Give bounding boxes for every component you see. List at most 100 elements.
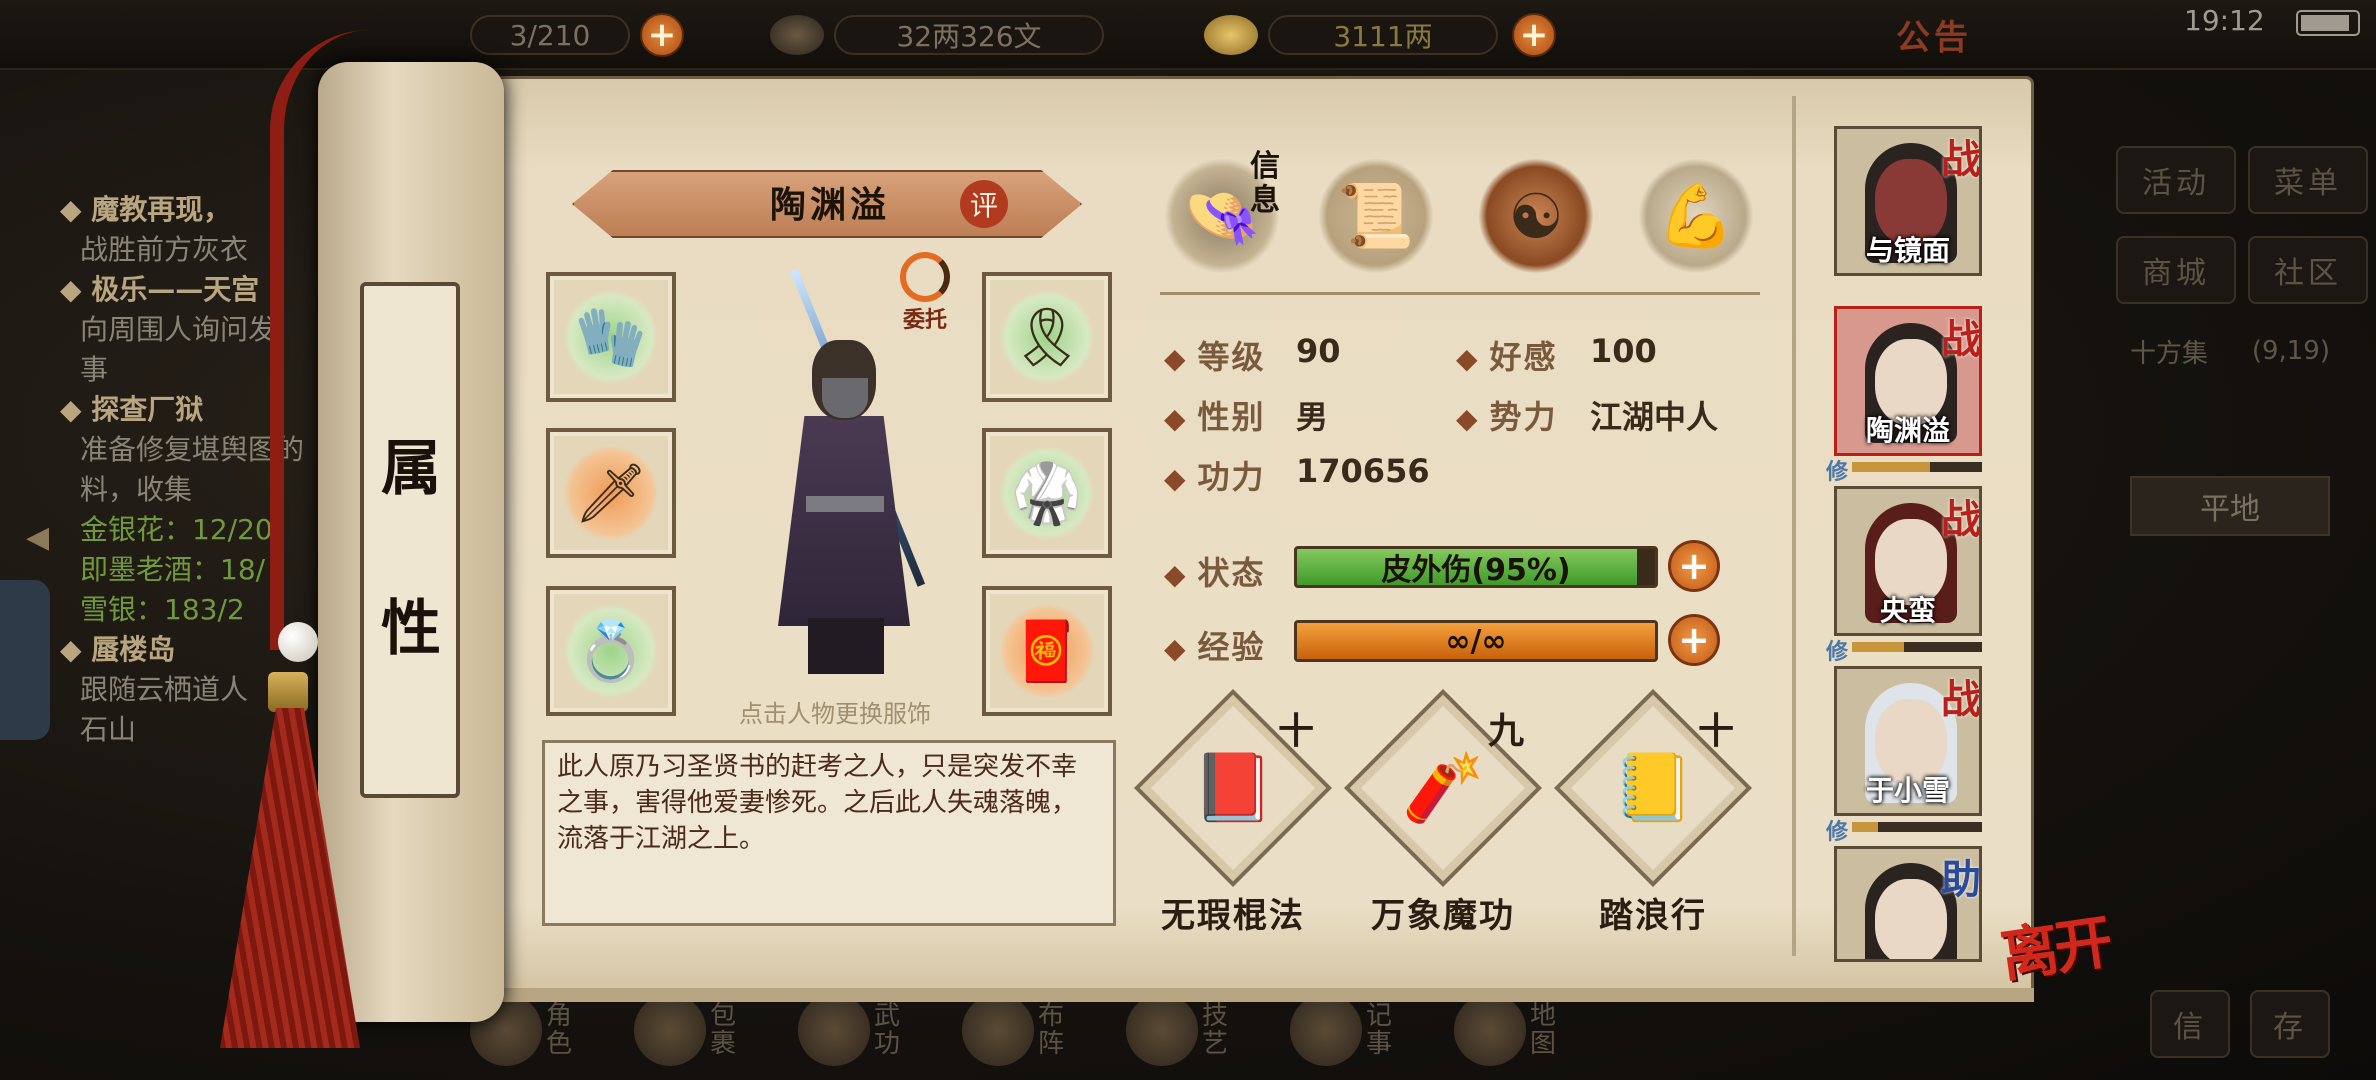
party-member[interactable]: 战 于小雪 [1834,666,1982,816]
nav-label: 记事 [1366,1001,1393,1059]
equip-slot-armor[interactable]: 🥋 [982,428,1112,558]
status-bar: 皮外伤(95%) [1294,546,1658,588]
scroll-title-strip [360,282,460,798]
heal-button[interactable]: + [1668,540,1720,592]
announcement-button[interactable]: 公告 [1896,10,1972,59]
tab-bagua[interactable]: ☯ [1478,158,1594,274]
mall-button[interactable]: 商城 [2116,236,2236,304]
status-label: 状态 [1164,548,1266,594]
ingot-value: 3111两 [1268,15,1498,55]
party-member-selected[interactable]: 战 陶渊溢 [1834,306,1982,456]
party-member[interactable]: 战 与镜面 [1834,126,1982,276]
add-exp-button[interactable]: + [1668,614,1720,666]
level-label: 等级 [1164,332,1266,378]
skill-name: 踏浪行 [1599,896,1707,936]
silver-icon [770,15,824,55]
faction-label: 势力 [1456,392,1558,438]
mini-button-right[interactable]: 存 [2250,990,2330,1058]
party-member[interactable]: 助 [1834,846,1982,962]
knot-charm-icon: 🧧 [999,603,1095,699]
equip-slot-ring[interactable]: 💍 [546,586,676,716]
skill-name: 万象魔功 [1371,896,1515,936]
exp-label: 经验 [1164,622,1266,668]
character-belt [806,496,884,512]
side-chat-tab[interactable] [0,580,50,740]
nav-label: 角色 [546,1001,573,1059]
add-stamina-button[interactable]: + [640,13,684,57]
skill-level: 十 [1277,711,1314,752]
gender-value: 男 [1296,398,1329,436]
power-value: 170656 [1296,452,1430,490]
review-button[interactable]: 评 [960,180,1008,228]
location-name: 十方集 [2130,338,2209,369]
faction-value: 江湖中人 [1590,398,1719,436]
battle-badge: 战 [1941,317,1981,363]
character-legs [808,618,884,674]
cultivation-badge: 修 [1826,460,1849,485]
terrain-label: 平地 [2130,476,2330,536]
straw-hat-icon: 👒 [1183,179,1261,252]
equip-slot-charm[interactable]: 🧧 [982,586,1112,716]
menu-button[interactable]: 菜单 [2248,146,2368,214]
cultivation-badge: 修 [1826,820,1849,845]
scroll-title-char: 属 [381,434,441,504]
skill-level: 九 [1487,711,1524,752]
cultivation-bar-fill [1852,642,1904,652]
panel-divider [1792,96,1796,956]
activity-button[interactable]: 活动 [2116,146,2236,214]
scroll-title-char: 性 [381,594,441,664]
skill-slot[interactable]: 🧨 九 万象魔功 [1344,689,1542,937]
ring-icon: 💍 [563,603,659,699]
skill-slot[interactable]: 📒 十 踏浪行 [1554,689,1752,937]
book-icon: 📒 [1611,749,1695,826]
leave-button[interactable]: 离开 [1995,895,2114,993]
status-text: 皮外伤(95%) [1381,553,1571,588]
community-button[interactable]: 社区 [2248,236,2368,304]
nav-label: 布阵 [1038,1001,1065,1059]
crafting-icon [1126,994,1198,1066]
affinity-value: 100 [1590,332,1657,370]
party-member-name: 于小雪 [1865,774,1950,807]
party-member-name: 与镜面 [1865,234,1950,267]
entrust-button[interactable]: 委托 [890,252,960,342]
nav-label: 地图 [1530,1001,1557,1059]
entrust-label: 委托 [902,308,947,333]
battle-badge: 战 [1941,497,1981,543]
equip-slot-weapon[interactable]: 🗡 [546,428,676,558]
silver-value: 32两326文 [834,15,1104,55]
equip-slot-gloves[interactable]: 🧤 [546,272,676,402]
skill-name: 无瑕棍法 [1161,896,1305,936]
skill-slot[interactable]: 📕 十 无瑕棍法 [1134,689,1332,937]
status-time: 19:12 [2184,4,2265,37]
equip-slot-headband[interactable]: 🎗 [982,272,1112,402]
add-ingots-button[interactable]: + [1512,13,1556,57]
tab-underline [1160,292,1760,295]
collapse-arrow-icon[interactable]: ◀ [26,520,49,555]
tab-meridian[interactable]: 💪 [1638,158,1754,274]
tab-scroll[interactable]: 📜 [1318,158,1434,274]
outfit-hint: 点击人物更换服饰 [739,700,931,728]
entrust-icon [900,252,950,302]
tassel-bead [278,622,318,662]
scroll-icon: 📜 [1337,179,1415,252]
character-figure[interactable] [720,268,960,680]
cultivation-bar [1852,462,1982,472]
headband-icon: 🎗 [999,289,1095,385]
assist-badge: 助 [1941,857,1981,903]
cultivation-badge: 修 [1826,640,1849,665]
location-coords: (9,19) [2251,336,2330,366]
nav-label: 包裹 [710,1001,737,1059]
party-member-name: 央蛮 [1879,594,1936,627]
affinity-label: 好感 [1456,332,1558,378]
armor-icon: 🥋 [999,445,1095,541]
party-member-name: 陶渊溢 [1865,414,1950,447]
scroll-icon: 🧨 [1401,749,1485,826]
party-member[interactable]: 战 央蛮 [1834,486,1982,636]
bag-icon [634,994,706,1066]
gloves-icon: 🧤 [563,289,659,385]
description-box: 此人原乃习圣贤书的赶考之人，只是突发不幸之事，害得他爱妻惨死。之后此人失魂落魄，… [542,740,1116,926]
dagger-icon: 🗡 [563,445,659,541]
bagua-icon: ☯ [1508,179,1564,253]
mini-button-left[interactable]: 信 [2150,990,2230,1058]
stamina-resource: 3/210 + [470,12,684,58]
